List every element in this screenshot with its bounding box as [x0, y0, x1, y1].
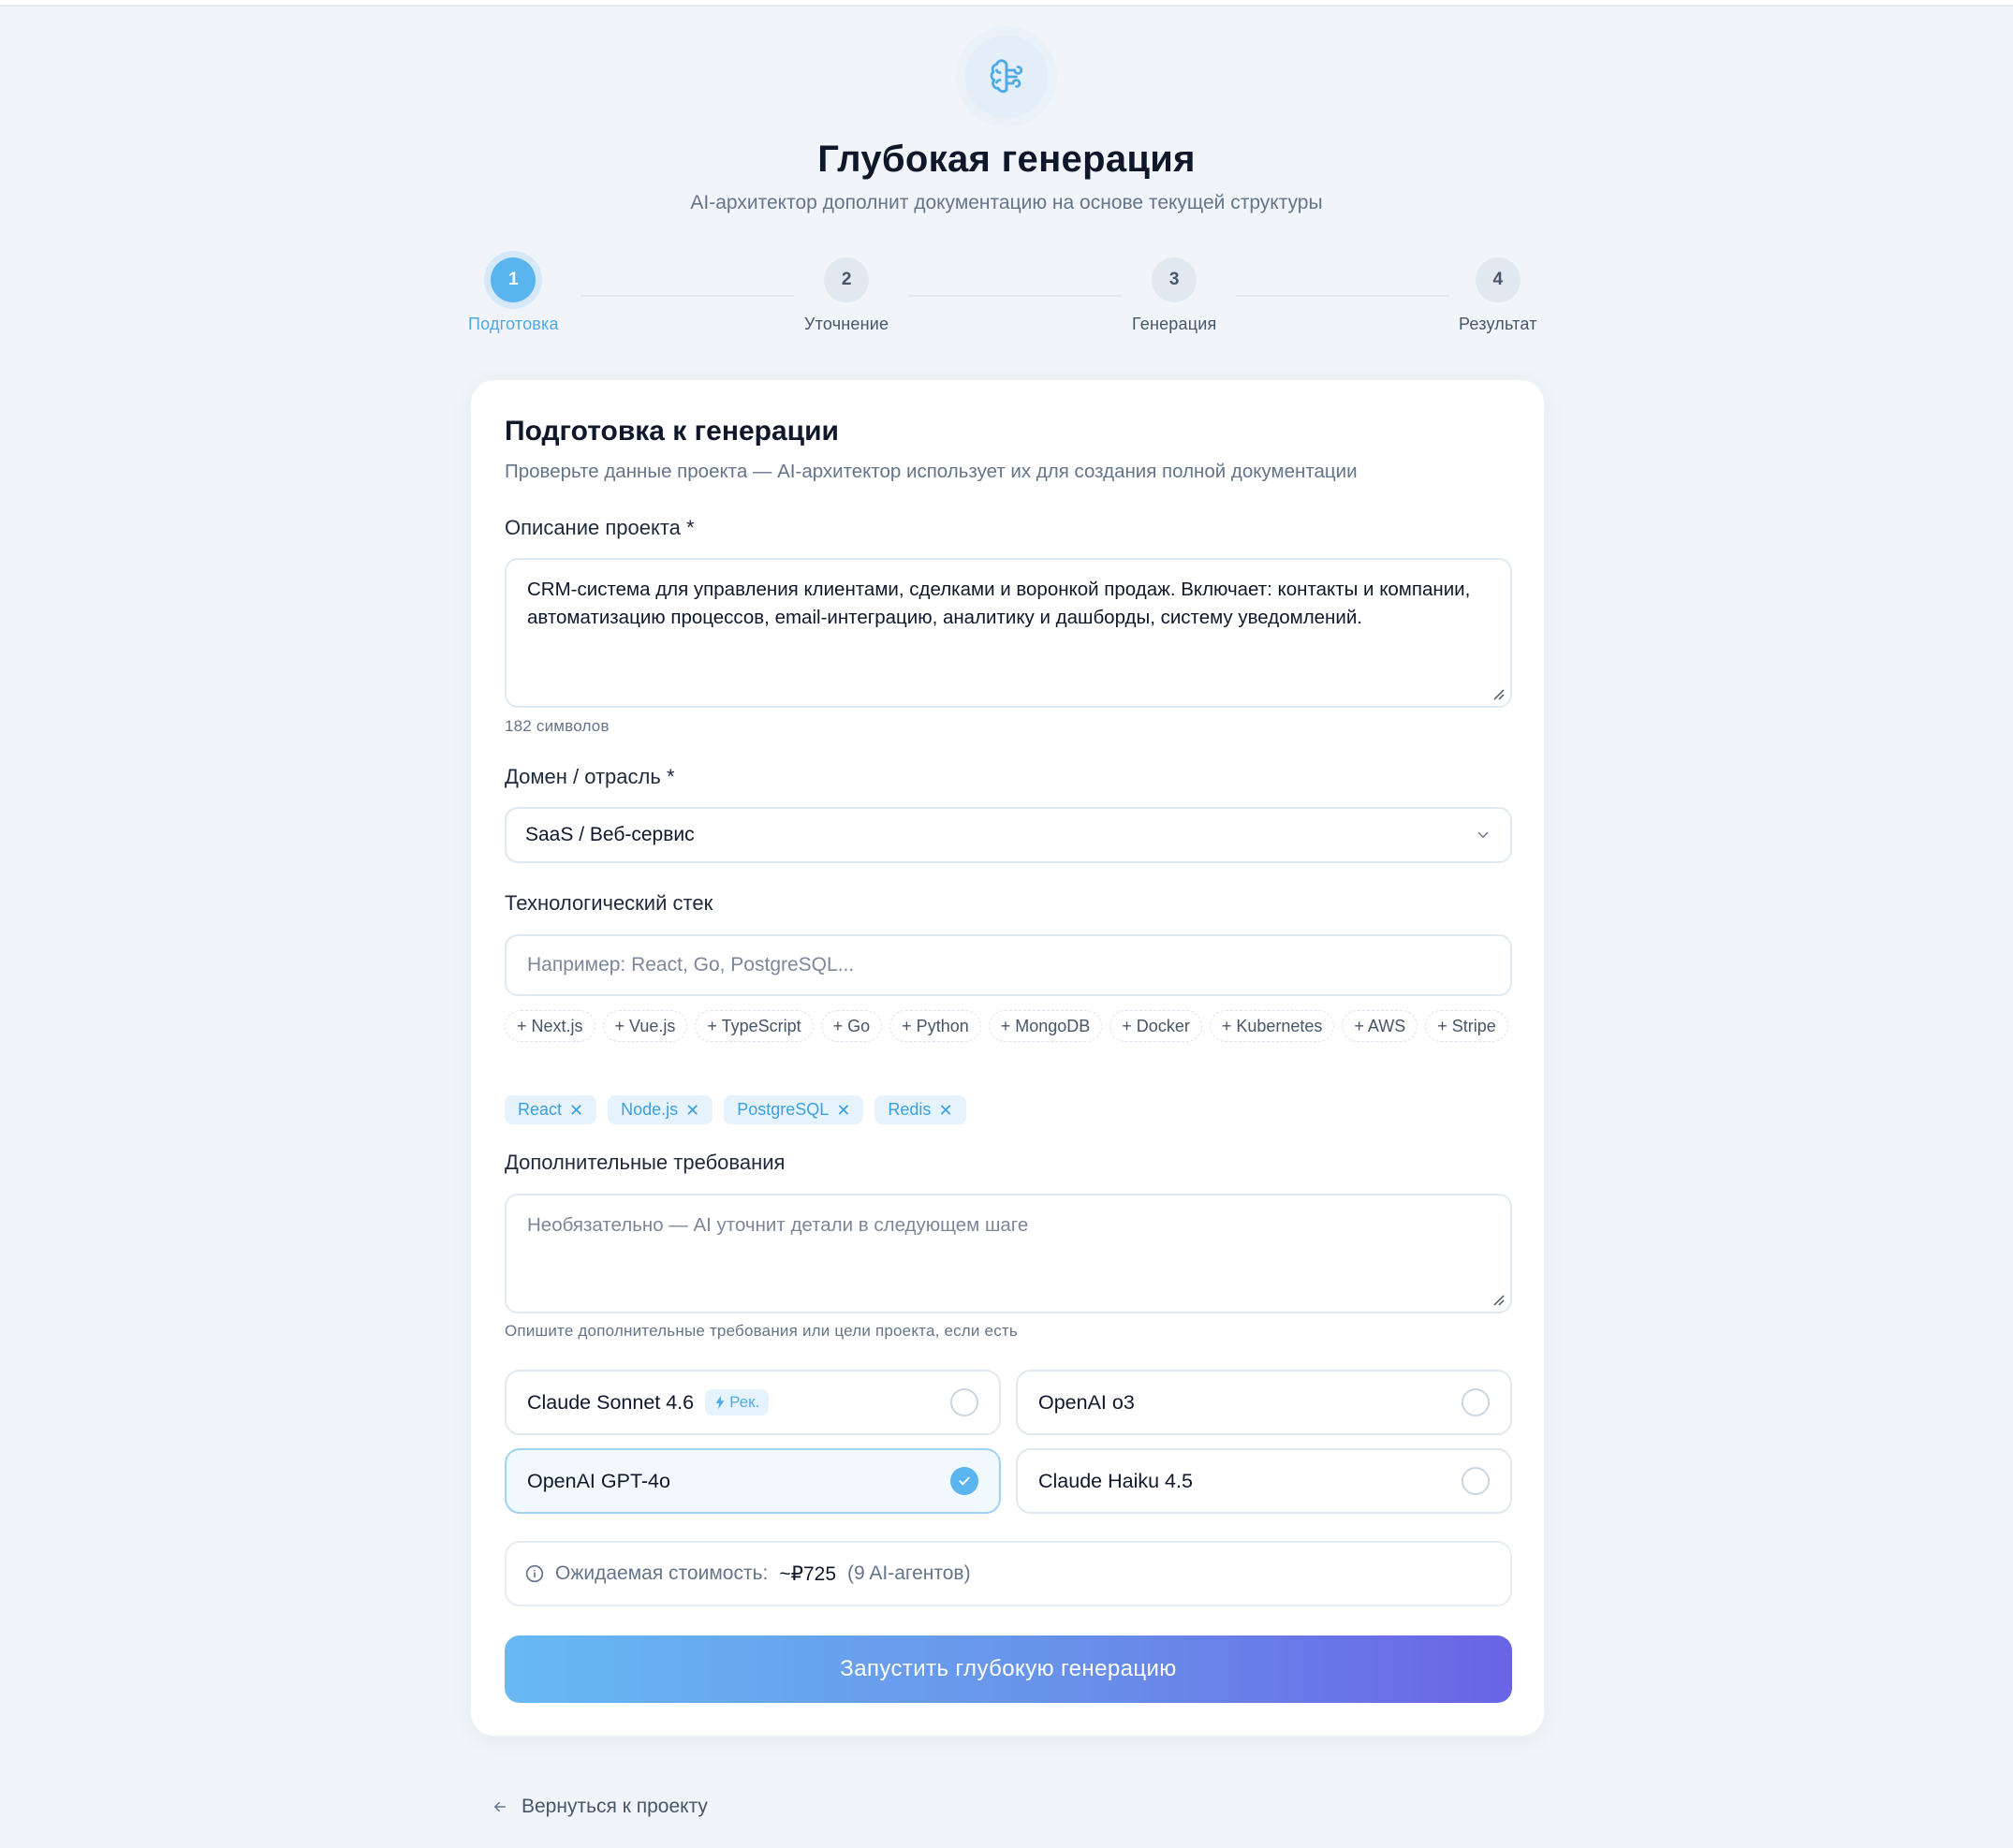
stack-tag: PostgreSQL ✕ — [724, 1095, 864, 1124]
step-label: Подготовка — [468, 315, 559, 333]
step-connector — [580, 295, 794, 297]
recommended-badge: Рек. — [705, 1389, 770, 1415]
cost-estimate: Ожидаемая стоимость: ~₽725 (9 AI-агентов… — [505, 1541, 1512, 1606]
domain-value: SaaS / Веб-сервис — [525, 824, 695, 845]
requirements-textarea[interactable]: Необязательно — AI уточнит детали в след… — [505, 1194, 1512, 1313]
radio-button[interactable] — [1462, 1388, 1490, 1416]
model-name: Claude Sonnet 4.6 Рек. — [527, 1389, 770, 1415]
stack-tag: Redis ✕ — [874, 1095, 966, 1124]
lightning-icon — [715, 1396, 725, 1409]
page-subtitle: AI-архитектор дополнит документацию на о… — [690, 192, 1323, 213]
suggestion-chip[interactable]: + Stripe — [1425, 1010, 1508, 1042]
remove-icon[interactable]: ✕ — [685, 1102, 699, 1119]
logo-badge — [965, 36, 1048, 118]
step-1[interactable]: 1 Подготовка — [468, 257, 559, 334]
radio-button-checked[interactable] — [950, 1467, 978, 1495]
description-text: CRM-система для управления клиентами, сд… — [527, 579, 1471, 628]
char-count: 182 символов — [505, 717, 610, 735]
radio-button[interactable] — [1462, 1467, 1490, 1495]
model-name: Claude Haiku 4.5 — [1038, 1469, 1193, 1492]
step-2[interactable]: 2 Уточнение — [804, 257, 889, 334]
start-generation-button[interactable]: Запустить глубокую генерацию — [505, 1635, 1512, 1703]
remove-icon[interactable]: ✕ — [836, 1102, 850, 1119]
stack-suggestions: + Next.js + Vue.js + TypeScript + Go + P… — [505, 1010, 1512, 1042]
step-number: 2 — [824, 257, 870, 302]
model-option-claude-sonnet[interactable]: Claude Sonnet 4.6 Рек. — [505, 1370, 1001, 1435]
suggestion-chip[interactable]: + MongoDB — [988, 1010, 1103, 1042]
chevron-down-icon — [1477, 832, 1489, 839]
page-header: Глубокая генерация AI-архитектор дополни… — [0, 36, 2013, 214]
description-label: Описание проекта * — [505, 516, 695, 539]
stack-label: Технологический стек — [505, 891, 713, 915]
model-option-openai-o3[interactable]: OpenAI o3 — [1016, 1370, 1512, 1435]
cost-suffix: (9 AI-агентов) — [847, 1562, 971, 1584]
selected-stack: React ✕ Node.js ✕ PostgreSQL ✕ Redis ✕ — [505, 1095, 966, 1124]
check-icon — [959, 1476, 970, 1486]
stack-tag-label: Redis — [888, 1100, 932, 1119]
suggestion-chip[interactable]: + Vue.js — [602, 1010, 688, 1042]
stack-tag-label: Node.js — [621, 1100, 679, 1119]
stack-tag-label: React — [518, 1100, 563, 1119]
requirements-label: Дополнительные требования — [505, 1151, 786, 1174]
suggestion-chip[interactable]: + Next.js — [505, 1010, 595, 1042]
stepper: 1 Подготовка 2 Уточнение 3 Генерация 4 Р… — [468, 257, 1545, 342]
resize-handle-icon[interactable] — [1491, 687, 1505, 700]
cost-prefix: Ожидаемая стоимость: — [555, 1562, 769, 1584]
stack-tag-label: PostgreSQL — [737, 1100, 830, 1119]
domain-label: Домен / отрасль * — [505, 765, 675, 788]
back-link-label: Вернуться к проекту — [522, 1796, 708, 1817]
model-option-claude-haiku[interactable]: Claude Haiku 4.5 — [1016, 1448, 1512, 1514]
step-label: Генерация — [1132, 315, 1217, 333]
domain-select[interactable]: SaaS / Веб-сервис — [505, 807, 1512, 863]
page-title: Глубокая генерация — [817, 139, 1196, 180]
step-label: Результат — [1459, 315, 1537, 333]
suggestion-chip[interactable]: + Go — [820, 1010, 883, 1042]
recommended-badge-label: Рек. — [729, 1393, 760, 1411]
step-number: 4 — [1475, 257, 1521, 302]
requirements-hint: Опишите дополнительные требования или це… — [505, 1322, 1018, 1340]
remove-icon[interactable]: ✕ — [569, 1102, 583, 1119]
model-name: OpenAI o3 — [1038, 1390, 1135, 1414]
stack-tag: Node.js ✕ — [608, 1095, 713, 1124]
back-link[interactable]: Вернуться к проекту — [492, 1796, 708, 1818]
step-number: 3 — [1152, 257, 1198, 302]
step-connector — [908, 295, 1122, 297]
stack-tag: React ✕ — [505, 1095, 597, 1124]
step-4[interactable]: 4 Результат — [1459, 257, 1537, 334]
step-number: 1 — [491, 257, 536, 302]
resize-handle-icon[interactable] — [1491, 1293, 1505, 1306]
step-label: Уточнение — [804, 315, 889, 333]
radio-button[interactable] — [950, 1388, 978, 1416]
suggestion-chip[interactable]: + Python — [889, 1010, 981, 1042]
preparation-card: Подготовка к генерации Проверьте данные … — [470, 379, 1545, 1737]
cost-amount: ~₽725 — [779, 1562, 837, 1585]
brain-icon — [990, 59, 1023, 94]
suggestion-chip[interactable]: + AWS — [1342, 1010, 1418, 1042]
card-title: Подготовка к генерации — [505, 416, 839, 447]
model-name: OpenAI GPT-4o — [527, 1469, 670, 1492]
model-option-gpt-4o[interactable]: OpenAI GPT-4o — [505, 1448, 1001, 1514]
suggestion-chip[interactable]: + Kubernetes — [1209, 1010, 1335, 1042]
step-connector — [1236, 295, 1449, 297]
info-icon — [525, 1564, 544, 1583]
suggestion-chip[interactable]: + TypeScript — [695, 1010, 814, 1042]
model-name-text: Claude Sonnet 4.6 — [527, 1390, 695, 1414]
description-textarea[interactable]: CRM-система для управления клиентами, сд… — [505, 558, 1512, 708]
model-selector: Claude Sonnet 4.6 Рек. OpenAI o3 OpenAI … — [505, 1370, 1512, 1514]
requirements-placeholder: Необязательно — AI уточнит детали в след… — [527, 1214, 1029, 1236]
remove-icon[interactable]: ✕ — [938, 1102, 952, 1119]
stack-input[interactable]: Например: React, Go, PostgreSQL... — [505, 934, 1512, 996]
arrow-left-icon — [494, 1801, 506, 1812]
suggestion-chip[interactable]: + Docker — [1109, 1010, 1202, 1042]
stack-placeholder: Например: React, Go, PostgreSQL... — [527, 954, 855, 975]
step-3[interactable]: 3 Генерация — [1132, 257, 1216, 334]
top-bar — [0, 0, 2013, 7]
card-subtitle: Проверьте данные проекта — AI-архитектор… — [505, 461, 1358, 482]
